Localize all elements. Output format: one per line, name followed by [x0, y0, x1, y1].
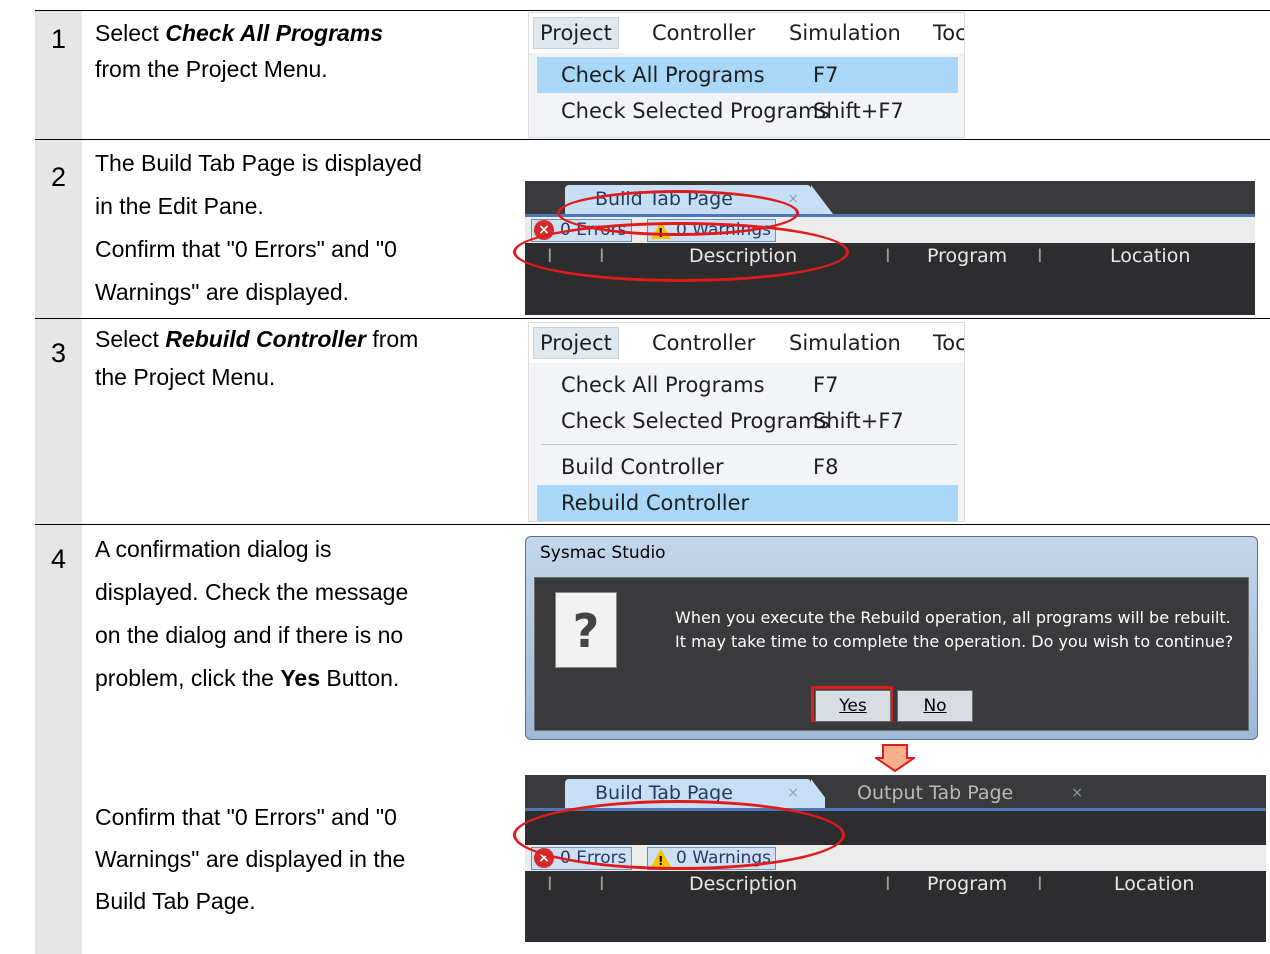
column-program[interactable]: Program — [927, 871, 1007, 897]
menu-item-label: Build Controller — [561, 455, 724, 479]
column-separator: I — [1037, 873, 1043, 895]
step-emphasis: Check All Programs — [165, 20, 384, 46]
step-text-line: displayed. Check the message — [95, 579, 409, 605]
step-text-line: Confirm that "0 Errors" and "0 — [95, 236, 397, 262]
step-text-line: Build Tab Page. — [95, 888, 256, 914]
step-text-line: problem, click the Yes Button. — [95, 665, 400, 691]
step-text-line: A confirmation dialog is — [95, 536, 332, 562]
yes-emphasis: Yes — [280, 665, 321, 691]
menu-item-shortcut: Shift+F7 — [813, 99, 904, 123]
menu-item-check-all-programs[interactable]: Check All Programs F7 — [537, 57, 958, 93]
menu-tools[interactable]: Toc — [933, 21, 964, 45]
step-number-cell — [35, 525, 82, 954]
menu-item-check-all-programs[interactable]: Check All Programs F7 — [537, 367, 958, 403]
project-menu-1: Project Controller Simulation Toc Check … — [528, 12, 965, 138]
build-column-headers: I I Description I Program I Location — [525, 871, 1266, 897]
step-4-confirm-text: Confirm that "0 Errors" and "0 Warnings"… — [95, 796, 505, 922]
menu-project[interactable]: Project — [533, 327, 619, 359]
step-emphasis: Rebuild Controller — [165, 326, 366, 352]
menu-item-check-selected-programs[interactable]: Check Selected Programs Shift+F7 — [537, 93, 958, 129]
dialog-message-line: It may take time to complete the operati… — [675, 632, 1234, 651]
menu-item-shortcut: Shift+F7 — [813, 409, 904, 433]
yes-button[interactable]: Yes — [815, 690, 891, 722]
tab-edge — [811, 185, 833, 214]
menu-bar: Project Controller Simulation Toc — [529, 323, 964, 363]
menu-item-shortcut: F7 — [813, 373, 839, 397]
menu-project[interactable]: Project — [533, 17, 619, 49]
column-separator: I — [1037, 245, 1043, 267]
step-4-text: A confirmation dialog is displayed. Chec… — [95, 528, 505, 700]
menu-tools[interactable]: Toc — [933, 331, 964, 355]
row-divider — [35, 318, 1270, 319]
step-3-text: Select Rebuild Controller from the Proje… — [95, 320, 505, 396]
menu-item-check-selected-programs[interactable]: Check Selected Programs Shift+F7 — [537, 403, 958, 439]
column-location[interactable]: Location — [1110, 243, 1190, 269]
menu-item-shortcut: F7 — [813, 63, 839, 87]
menu-item-label: Check Selected Programs — [561, 99, 830, 123]
row-divider — [35, 10, 1270, 11]
annotation-ellipse — [513, 222, 849, 282]
project-menu-3: Project Controller Simulation Toc Check … — [528, 322, 965, 522]
step-number: 3 — [51, 338, 67, 368]
menu-simulation[interactable]: Simulation — [789, 331, 901, 355]
down-arrow-icon — [875, 744, 915, 772]
menu-item-label: Check All Programs — [561, 63, 765, 87]
confirm-dialog: Sysmac Studio ? When you execute the Reb… — [525, 536, 1258, 740]
tab-label: Output Tab Page — [857, 782, 1014, 804]
annotation-ellipse — [513, 800, 845, 870]
step-text-line: from the Project Menu. — [95, 56, 328, 82]
column-separator: I — [885, 873, 891, 895]
step-text-line: Warnings" are displayed. — [95, 279, 350, 305]
menu-item-label: Check Selected Programs — [561, 409, 830, 433]
step-text-line: The Build Tab Page is displayed — [95, 150, 422, 176]
menu-separator — [541, 444, 958, 445]
column-description[interactable]: Description — [689, 871, 797, 897]
menu-controller[interactable]: Controller — [652, 21, 755, 45]
menu-item-label: Rebuild Controller — [561, 491, 750, 515]
step-text-prefix: Select — [95, 20, 166, 46]
step-text-line: the Project Menu. — [95, 364, 276, 390]
menu-item-label: Check All Programs — [561, 373, 765, 397]
step-text-line: in the Edit Pane. — [95, 193, 264, 219]
dialog-title: Sysmac Studio — [540, 543, 666, 563]
step-text-line: Confirm that "0 Errors" and "0 — [95, 804, 397, 830]
step-text-suffix: from — [365, 326, 419, 352]
step-text-line: on the dialog and if there is no — [95, 622, 404, 648]
column-separator: I — [547, 873, 553, 895]
column-location[interactable]: Location — [1114, 871, 1194, 897]
close-icon[interactable]: × — [1071, 779, 1083, 808]
dialog-message-line: When you execute the Rebuild operation, … — [675, 608, 1231, 627]
no-button[interactable]: No — [897, 690, 973, 722]
row-divider — [35, 139, 1270, 140]
menu-controller[interactable]: Controller — [652, 331, 755, 355]
question-icon: ? — [555, 592, 617, 668]
menu-bar: Project Controller Simulation Toc — [529, 13, 964, 53]
step-2-text: The Build Tab Page is displayed in the E… — [95, 142, 505, 314]
menu-item-rebuild-controller[interactable]: Rebuild Controller — [537, 485, 958, 521]
close-icon[interactable]: × — [787, 779, 799, 808]
dialog-message: When you execute the Rebuild operation, … — [675, 606, 1233, 654]
step-number: 1 — [51, 24, 67, 54]
row-divider — [35, 524, 1270, 525]
menu-item-shortcut: F8 — [813, 455, 839, 479]
tab-output[interactable]: Output Tab Page × — [825, 779, 1095, 808]
menu-simulation[interactable]: Simulation — [789, 21, 901, 45]
column-program[interactable]: Program — [927, 243, 1007, 269]
column-separator: I — [885, 245, 891, 267]
step-number: 4 — [51, 544, 67, 574]
step-text-prefix: Select — [95, 326, 166, 352]
column-separator: I — [599, 873, 605, 895]
dialog-body: ? When you execute the Rebuild operation… — [534, 577, 1249, 731]
step-number: 2 — [51, 162, 67, 192]
step-text-line: Warnings" are displayed in the — [95, 846, 406, 872]
step-1-text: Select Check All Programs from the Proje… — [95, 15, 505, 87]
menu-item-build-controller[interactable]: Build Controller F8 — [537, 449, 958, 485]
